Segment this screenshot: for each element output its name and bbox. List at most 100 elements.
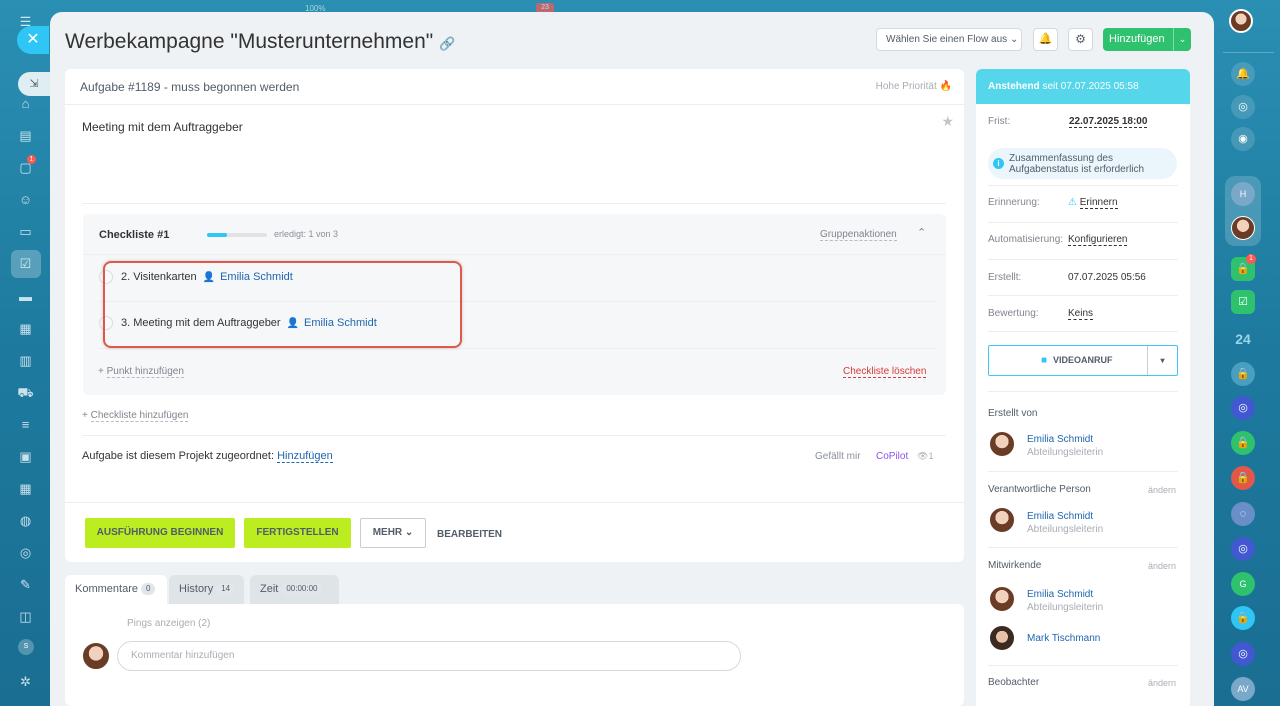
lock-chat-icon[interactable]: 🔒 xyxy=(1231,431,1255,455)
forms-icon[interactable]: ✎ xyxy=(17,576,34,593)
finish-button[interactable]: FERTIGSTELLEN xyxy=(244,518,351,548)
divider xyxy=(988,471,1178,472)
chat-avatar[interactable]: H xyxy=(1231,182,1255,206)
tab-count: 0 xyxy=(140,583,156,596)
flow-select[interactable]: Wählen Sie einen Flow aus ⌄ xyxy=(876,28,1022,51)
avatar[interactable] xyxy=(989,586,1015,612)
feed-icon[interactable]: ▤ xyxy=(17,127,34,144)
chevron-down-icon[interactable]: ⌄ xyxy=(1173,28,1191,51)
tab-time[interactable]: Zeit 00:00:00 xyxy=(250,575,339,604)
priority[interactable]: Hohe Priorität 🔥 xyxy=(876,81,952,92)
user-name-link[interactable]: Emilia Schmidt xyxy=(1027,434,1093,445)
reminder-link[interactable]: ⚠ Erinnern xyxy=(1068,197,1118,209)
priority-label: Hohe Priorität xyxy=(875,81,937,92)
bell-icon: ⚠ xyxy=(1068,197,1077,208)
add-button[interactable]: Hinzufügen ⌄ xyxy=(1103,28,1191,51)
more-button[interactable]: MEHR ⌄ xyxy=(360,518,426,548)
delete-checklist-link[interactable]: Checkliste löschen xyxy=(843,366,927,378)
chevron-up-icon[interactable]: ⌃ xyxy=(917,226,926,239)
lock-chat-icon[interactable]: 🔒 xyxy=(1231,362,1255,386)
sites-icon[interactable]: ▦ xyxy=(17,320,34,337)
user-name-link[interactable]: Emilia Schmidt xyxy=(1027,589,1093,600)
change-link[interactable]: ändern xyxy=(1148,678,1176,688)
avatar[interactable] xyxy=(1229,9,1253,33)
video-call-button[interactable]: ■ VIDEOANRUF ▾ xyxy=(988,345,1178,376)
automation-link[interactable]: Konfigurieren xyxy=(1068,234,1128,246)
close-button[interactable]: ✕ xyxy=(17,26,49,54)
tab-comments[interactable]: Kommentare 0 xyxy=(65,575,167,604)
s-avatar[interactable]: S xyxy=(18,639,34,655)
avatar[interactable] xyxy=(989,431,1015,457)
avatar[interactable] xyxy=(1231,216,1255,240)
reminder-value: Erinnern xyxy=(1079,197,1118,209)
pings-link[interactable]: Pings anzeigen (2) xyxy=(127,618,210,629)
info-text: Zusammenfassung des Aufgabenstatus ist e… xyxy=(1009,153,1145,175)
settings-icon[interactable]: ✲ xyxy=(17,673,34,690)
divider xyxy=(988,331,1178,332)
deadline-value[interactable]: 22.07.2025 18:00 xyxy=(1069,116,1148,128)
hr-icon[interactable]: ◫ xyxy=(17,608,34,625)
rating-link[interactable]: Keins xyxy=(1068,308,1094,320)
avatar[interactable] xyxy=(989,625,1015,651)
status-since: seit 07.07.2025 05:58 xyxy=(1042,81,1139,92)
participants-label: Mitwirkende xyxy=(988,560,1042,571)
collapse-icon[interactable]: ⇲ xyxy=(18,72,50,96)
target-chat-icon[interactable]: ◎ xyxy=(1231,537,1255,561)
status-label: Anstehend xyxy=(988,81,1040,92)
like-link[interactable]: Gefällt mir xyxy=(815,451,861,462)
home-icon[interactable]: ⌂ xyxy=(17,95,34,112)
calendar-icon[interactable]: ▦ xyxy=(17,480,34,497)
tasks-chat-icon[interactable]: ☑ xyxy=(1231,290,1255,314)
inventory-icon[interactable]: ▣ xyxy=(17,448,34,465)
bitrix24-icon[interactable]: 24 xyxy=(1231,327,1255,351)
lock-chat-icon[interactable]: 🔒 xyxy=(1231,606,1255,630)
tasks-icon[interactable]: ☑ xyxy=(17,255,34,272)
docs-icon[interactable]: ▭ xyxy=(17,223,34,240)
link-icon[interactable]: 🔗 xyxy=(439,36,455,52)
project-add-link[interactable]: Hinzufügen xyxy=(277,450,333,463)
target-chat-icon[interactable]: ◎ xyxy=(1231,642,1255,666)
robot-icon[interactable]: ◍ xyxy=(17,512,34,529)
group-chat-icon[interactable]: ◌ xyxy=(1231,502,1255,526)
tab-label: Kommentare xyxy=(75,583,138,595)
chat-avatar[interactable]: AV xyxy=(1231,677,1255,701)
copilot-link[interactable]: CoPilot xyxy=(876,451,908,462)
chevron-down-icon[interactable]: ▾ xyxy=(1147,346,1177,375)
change-link[interactable]: ändern xyxy=(1148,485,1176,495)
tab-label: Zeit xyxy=(260,583,279,595)
star-icon[interactable]: ★ xyxy=(941,113,954,130)
shop-icon[interactable]: ⛟ xyxy=(17,384,34,401)
contacts-icon[interactable]: ☺ xyxy=(17,191,34,208)
project-label: Aufgabe ist diesem Projekt zugeordnet: xyxy=(82,450,275,462)
settings-button[interactable]: ⚙ xyxy=(1068,28,1093,51)
task-sidebar: Anstehend seit 07.07.2025 05:58 Frist: 2… xyxy=(976,69,1190,706)
marketing-icon[interactable]: ◎ xyxy=(17,544,34,561)
chat-avatar[interactable]: G xyxy=(1231,572,1255,596)
notification-icon[interactable]: 🔔 xyxy=(1231,62,1255,86)
crm-icon[interactable]: ▬ xyxy=(17,288,34,305)
target-icon[interactable]: ◎ xyxy=(1231,95,1255,119)
add-checklist-link[interactable]: + Checkliste hinzufügen xyxy=(82,410,189,422)
bell-button[interactable]: 🔔 xyxy=(1033,28,1058,51)
add-point-link[interactable]: + Punkt hinzufügen xyxy=(98,366,184,378)
user-role: Abteilungsleiterin xyxy=(1027,524,1104,535)
comment-input[interactable]: Kommentar hinzufügen xyxy=(117,641,741,671)
user-name-link[interactable]: Mark Tischmann xyxy=(1027,633,1100,644)
avatar[interactable] xyxy=(989,507,1015,533)
created-label: Erstellt: xyxy=(988,272,1022,283)
bell-icon: 🔔 xyxy=(1038,33,1053,45)
user-name-link[interactable]: Emilia Schmidt xyxy=(1027,511,1093,522)
lock-chat-icon[interactable]: 🔒 xyxy=(1231,466,1255,490)
add-checklist-label: Checkliste hinzufügen xyxy=(90,410,189,422)
change-link[interactable]: ändern xyxy=(1148,561,1176,571)
search-chat-icon[interactable]: ◉ xyxy=(1231,127,1255,151)
tab-history[interactable]: History 14 xyxy=(169,575,244,604)
analytics-icon[interactable]: ▥ xyxy=(17,352,34,369)
group-actions-link[interactable]: Gruppenaktionen xyxy=(820,229,897,241)
target-chat-icon[interactable]: ◎ xyxy=(1231,396,1255,420)
highlight-frame xyxy=(103,261,462,348)
warehouse-icon[interactable]: ≡ xyxy=(17,416,34,433)
start-button[interactable]: AUSFÜHRUNG BEGINNEN xyxy=(85,518,235,548)
edit-button[interactable]: BEARBEITEN xyxy=(437,529,502,540)
avatar xyxy=(82,642,110,670)
